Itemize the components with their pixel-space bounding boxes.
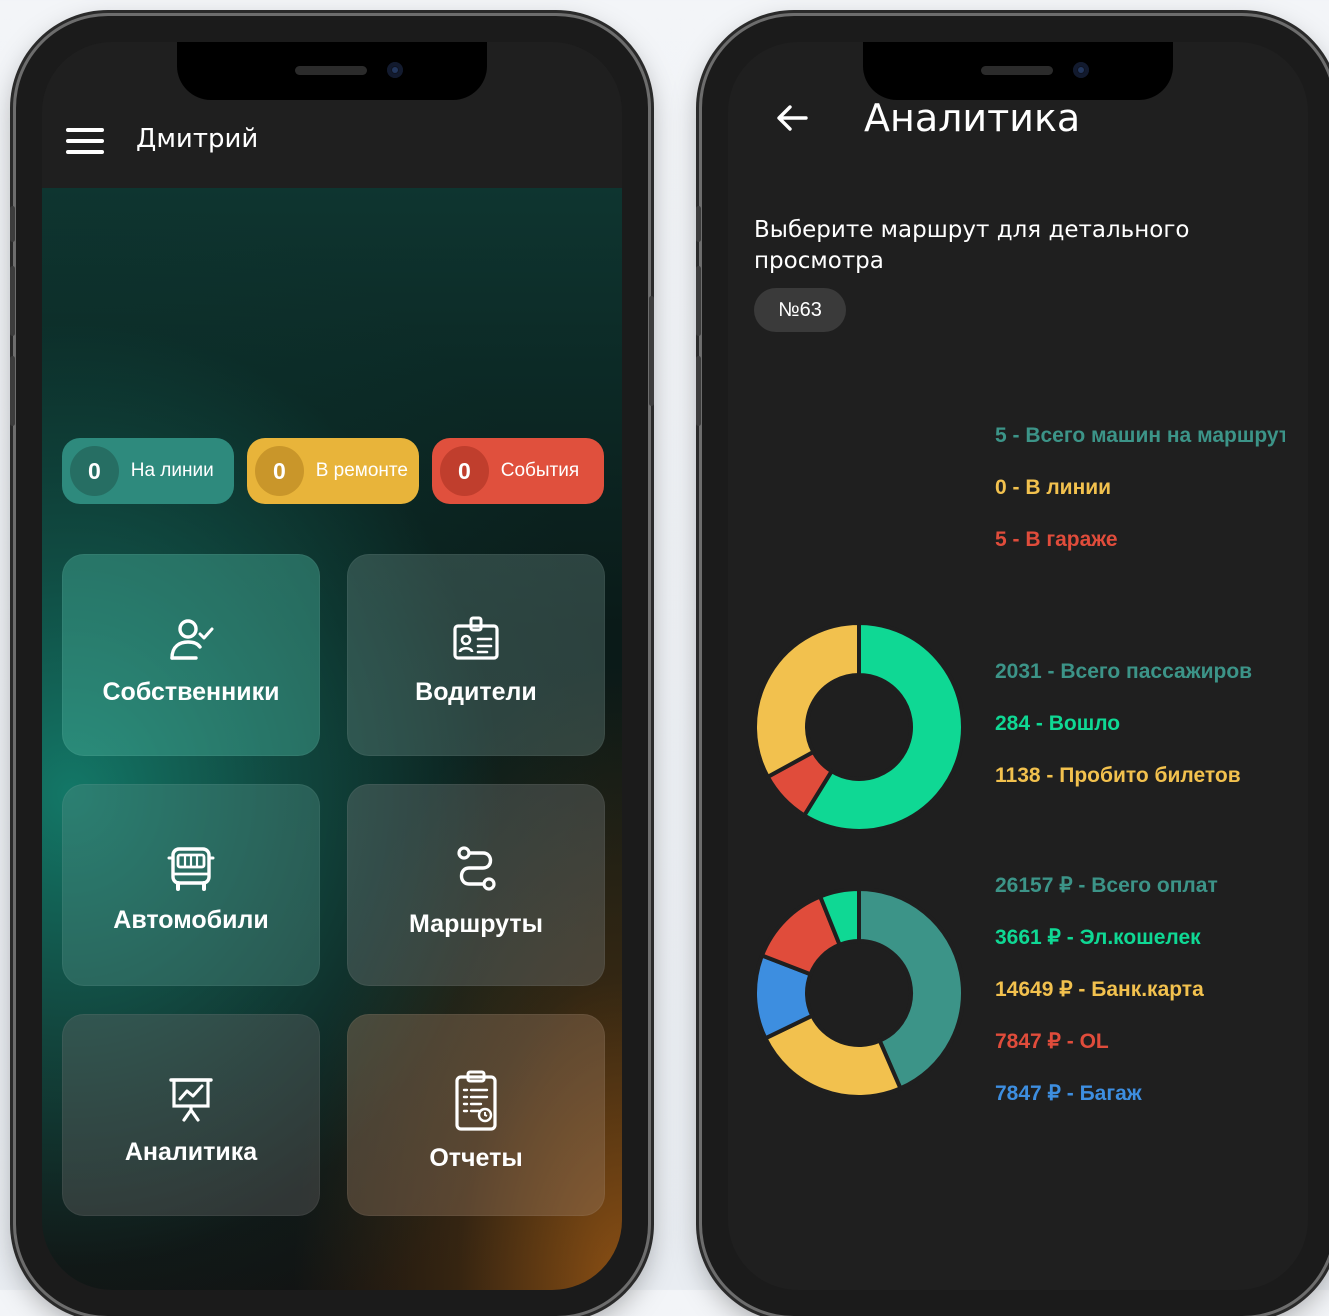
front-camera bbox=[1073, 62, 1089, 78]
drivers-label: Водители bbox=[415, 678, 537, 706]
volume-down-button bbox=[696, 356, 701, 426]
legend-item: 3661 ₽ - Эл.кошелек bbox=[995, 926, 1201, 949]
legend-item: 1138 - Пробито билетов bbox=[995, 764, 1241, 787]
phone-frame-analytics: Аналитика Выберите маршрут для детальног… bbox=[696, 16, 1329, 1316]
legend-item: 26157 ₽ - Всего оплат bbox=[995, 874, 1218, 897]
cars-label: Автомобили bbox=[113, 906, 269, 934]
passengers-donut-chart bbox=[754, 622, 964, 832]
front-camera bbox=[387, 62, 403, 78]
owners-tile[interactable]: Собственники bbox=[62, 554, 320, 756]
legend-item: 7847 ₽ - Багаж bbox=[995, 1082, 1142, 1105]
legend-item: 0 - В линии bbox=[995, 476, 1112, 499]
routes-tile[interactable]: Маршруты bbox=[347, 784, 605, 986]
drivers-tile[interactable]: Водители bbox=[347, 554, 605, 756]
analytics-tile[interactable]: Аналитика bbox=[62, 1014, 320, 1216]
online-label: На линии bbox=[130, 460, 214, 481]
person-check-icon bbox=[170, 619, 214, 660]
donut-slice-пробито-билетов bbox=[754, 622, 861, 780]
volume-up-button bbox=[696, 266, 701, 336]
power-button bbox=[649, 296, 654, 406]
page-title: Аналитика bbox=[864, 96, 1081, 140]
speaker bbox=[981, 66, 1053, 75]
events-label: События bbox=[500, 460, 580, 481]
mute-switch bbox=[10, 206, 15, 242]
bus-icon bbox=[167, 847, 215, 891]
status-online-badge[interactable]: 0 На линии bbox=[62, 438, 234, 504]
legend-item: 2031 - Всего пассажиров bbox=[995, 660, 1253, 683]
user-name: Дмитрий bbox=[136, 124, 259, 154]
repair-count: 0 bbox=[255, 446, 304, 496]
arrow-left-icon[interactable] bbox=[772, 98, 812, 138]
route-chip[interactable]: №63 bbox=[754, 288, 846, 332]
phone-frame-home: Дмитрий 0 На линии 0 В ремонте 0 События… bbox=[10, 16, 654, 1316]
legend-item: 7847 ₽ - OL bbox=[995, 1030, 1109, 1053]
online-count: 0 bbox=[70, 446, 119, 496]
legend-item: 14649 ₽ - Банк.карта bbox=[995, 978, 1204, 1001]
analytics-label: Аналитика bbox=[124, 1138, 258, 1166]
presentation-chart-icon bbox=[169, 1078, 213, 1122]
legend-item: 284 - Вошло bbox=[995, 712, 1121, 735]
analytics-screen: Аналитика Выберите маршрут для детальног… bbox=[728, 42, 1308, 1290]
vehicles-legend: 5 - Всего машин на маршруте 0 - В линии … bbox=[995, 410, 1285, 566]
status-repair-badge[interactable]: 0 В ремонте bbox=[247, 438, 419, 504]
payments-donut-chart bbox=[754, 888, 964, 1098]
legend-item: 5 - В гараже bbox=[995, 528, 1118, 551]
events-count: 0 bbox=[440, 446, 489, 496]
route-icon bbox=[457, 846, 496, 891]
id-badge-icon bbox=[453, 616, 499, 660]
passengers-legend: 2031 - Всего пассажиров 284 - Вошло 1138… bbox=[995, 646, 1285, 802]
notch bbox=[177, 42, 487, 100]
speaker bbox=[295, 66, 367, 75]
owners-label: Собственники bbox=[102, 678, 280, 706]
page-subtitle: Выберите маршрут для детального просмотр… bbox=[754, 217, 1190, 274]
hamburger-menu-icon[interactable] bbox=[64, 126, 108, 156]
cars-tile[interactable]: Автомобили bbox=[62, 784, 320, 986]
mute-switch bbox=[696, 206, 701, 242]
clipboard-report-icon bbox=[455, 1070, 497, 1131]
status-events-badge[interactable]: 0 События bbox=[432, 438, 604, 504]
vehicles-donut-chart bbox=[857, 387, 861, 439]
volume-up-button bbox=[10, 266, 15, 336]
notch bbox=[863, 42, 1173, 100]
routes-label: Маршруты bbox=[409, 910, 543, 938]
repair-label: В ремонте bbox=[315, 460, 408, 481]
payments-legend: 26157 ₽ - Всего оплат 3661 ₽ - Эл.кошеле… bbox=[995, 860, 1285, 1120]
reports-label: Отчеты bbox=[429, 1144, 523, 1172]
reports-tile[interactable]: Отчеты bbox=[347, 1014, 605, 1216]
legend-item: 5 - Всего машин на маршруте bbox=[995, 424, 1285, 447]
home-screen: Дмитрий 0 На линии 0 В ремонте 0 События… bbox=[42, 42, 622, 1290]
volume-down-button bbox=[10, 356, 15, 426]
